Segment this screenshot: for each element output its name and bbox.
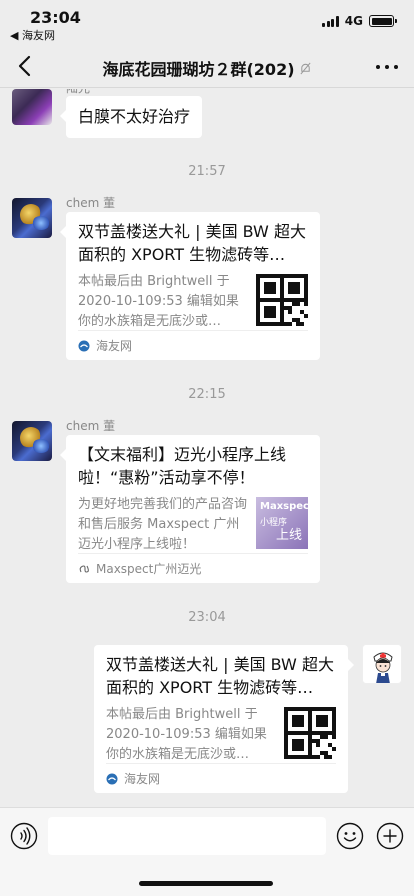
back-arrow-icon[interactable] <box>14 52 38 80</box>
status-time: 23:04 <box>30 8 81 27</box>
maxspect-thumbnail: Maxspect 小程序 上线 <box>256 497 314 549</box>
message-text: 白膜不太好治疗 <box>78 107 191 126</box>
network-type: 4G <box>344 14 363 28</box>
message-input[interactable] <box>48 817 326 855</box>
status-indicators: 4G <box>322 14 397 28</box>
site-icon <box>78 340 90 351</box>
nurse-avatar-icon <box>373 652 393 683</box>
thumbnail-brand: Maxspect <box>260 501 314 512</box>
card-source-name: Maxspect广州迈光 <box>96 562 202 576</box>
sender-name: chem 董 <box>66 419 116 433</box>
card-source-name: 海友网 <box>96 339 133 353</box>
qr-code-thumbnail <box>256 274 308 326</box>
voice-icon[interactable] <box>10 822 38 850</box>
timestamp: 23:04 <box>188 610 226 625</box>
home-indicator[interactable] <box>139 881 273 886</box>
sender-name: chem 董 <box>66 196 116 210</box>
avatar[interactable] <box>12 89 52 125</box>
my-avatar[interactable] <box>362 644 402 684</box>
card-title: 双节盖楼送大礼 | 美国 BW 超大面积的 XPORT 生物滤砖等… <box>106 655 334 697</box>
card-title: 【文末福利】迈光小程序上线啦！“惠粉”活动享不停！ <box>78 445 287 487</box>
avatar[interactable] <box>12 198 52 238</box>
battery-icon <box>369 15 397 27</box>
card-description: 本帖最后由 Brightwell 于 2020-10-109:53 编辑如果你的… <box>106 707 267 762</box>
site-icon <box>106 773 118 784</box>
emoji-icon[interactable] <box>336 822 364 850</box>
more-options-icon[interactable] <box>376 57 398 77</box>
signal-icon <box>322 15 339 27</box>
card-description: 为更好地完善我们的产品咨询和售后服务 Maxspect 广州迈光小程序上线啦！ <box>78 497 248 552</box>
sender-name: 陆光 <box>66 89 90 96</box>
chat-title: 海底花园珊瑚坊２群(202) <box>60 56 354 80</box>
chat-header: 海底花园珊瑚坊２群(202) <box>0 44 414 88</box>
timestamp: 22:15 <box>188 387 226 402</box>
group-name: 海底花园珊瑚坊２群(202) <box>102 60 295 79</box>
card-source: 海友网 <box>106 763 336 793</box>
link-card[interactable]: 双节盖楼送大礼 | 美国 BW 超大面积的 XPORT 生物滤砖等… 本帖最后由… <box>60 212 320 360</box>
mute-bell-icon <box>299 62 311 74</box>
timestamp: 21:57 <box>188 164 226 179</box>
status-bar: 23:04 ◀ 海友网 4G <box>0 0 414 44</box>
message-bubble[interactable]: 白膜不太好治疗 <box>59 96 203 138</box>
card-source: Maxspect广州迈光 <box>78 553 308 583</box>
plus-icon[interactable] <box>376 822 404 850</box>
avatar[interactable] <box>12 421 52 461</box>
thumbnail-text: 上线 <box>275 528 302 543</box>
card-title: 双节盖楼送大礼 | 美国 BW 超大面积的 XPORT 生物滤砖等… <box>78 222 306 264</box>
message-list[interactable]: 陆光 白膜不太好治疗 21:57 chem 董 双节盖楼送大礼 | 美国 BW … <box>0 89 414 807</box>
card-source-name: 海友网 <box>124 772 161 786</box>
mini-program-card[interactable]: 【文末福利】迈光小程序上线啦！“惠粉”活动享不停！ 为更好地完善我们的产品咨询和… <box>60 435 320 583</box>
mini-program-icon <box>79 564 89 573</box>
card-description: 本帖最后由 Brightwell 于 2020-10-109:53 编辑如果你的… <box>78 274 239 329</box>
qr-code-thumbnail <box>284 707 336 759</box>
card-source: 海友网 <box>78 330 308 360</box>
link-card[interactable]: 双节盖楼送大礼 | 美国 BW 超大面积的 XPORT 生物滤砖等… 本帖最后由… <box>94 645 354 793</box>
back-to-app-link[interactable]: ◀ 海友网 <box>10 27 55 43</box>
